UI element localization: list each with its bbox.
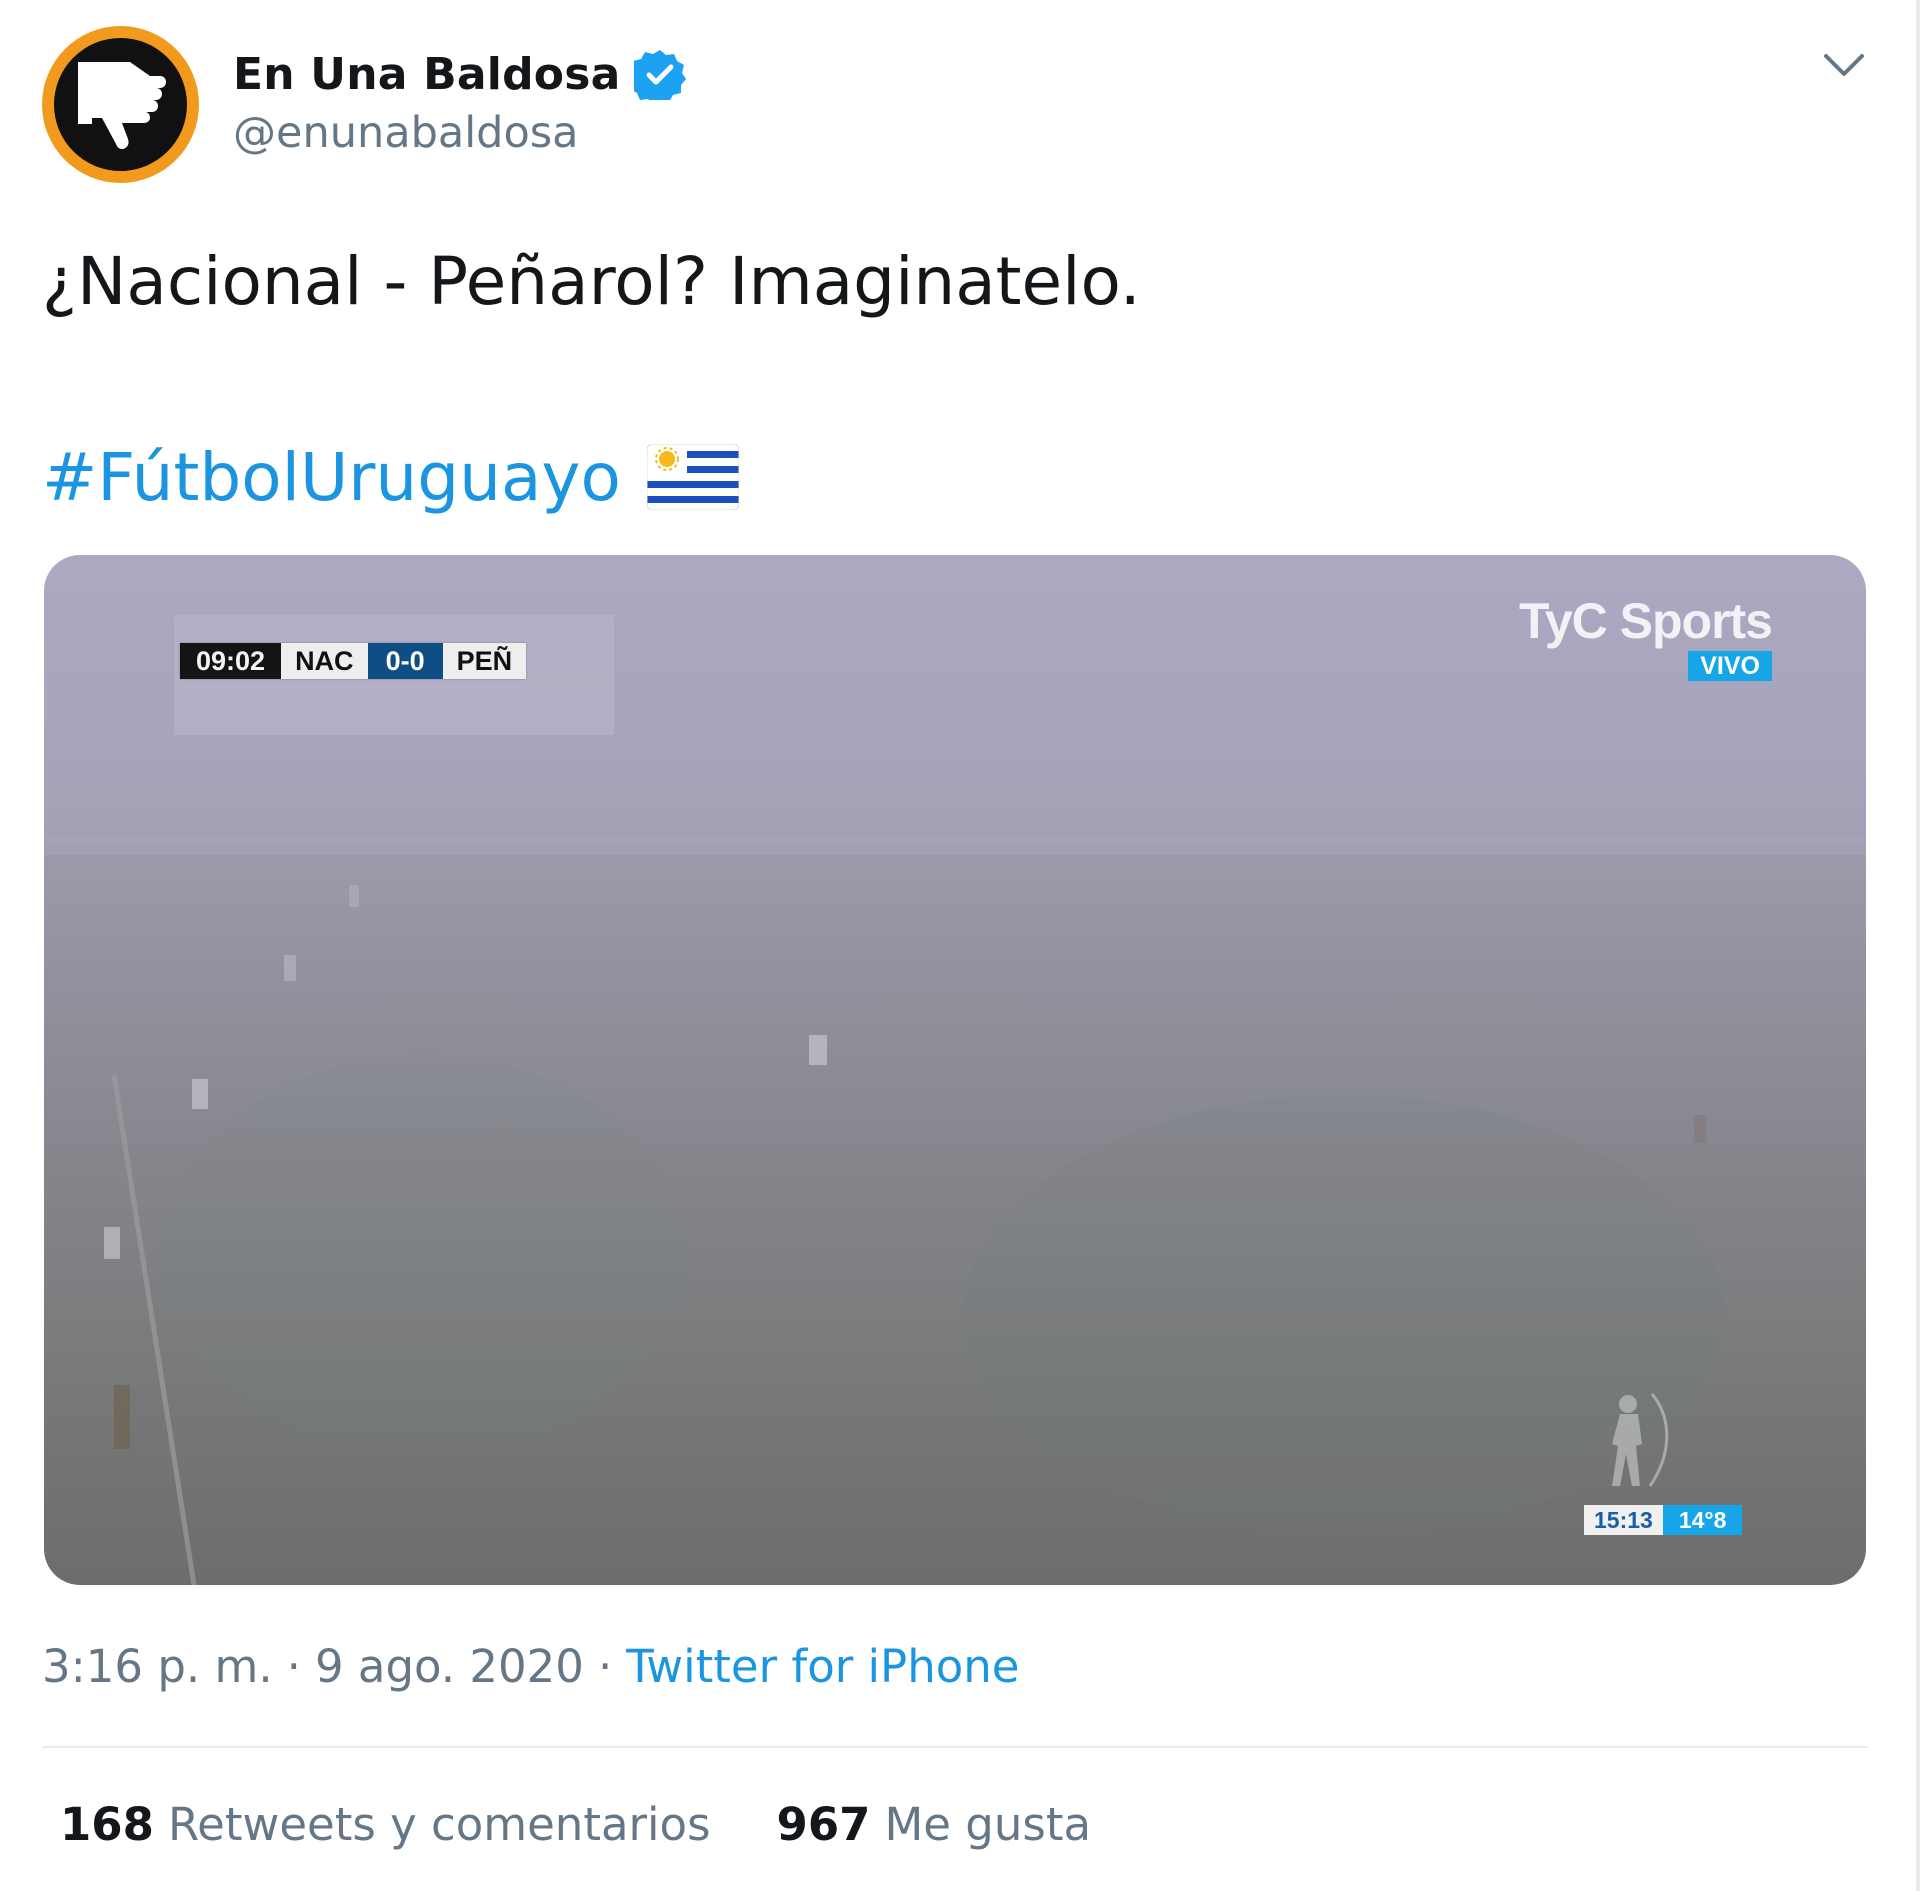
match-clock: 09:02: [180, 643, 282, 679]
live-badge: VIVO: [1688, 651, 1772, 681]
retweets-label: Retweets y comentarios: [167, 1798, 711, 1851]
tweet-stats: 168 Retweets y comentarios 967 Me gusta: [60, 1798, 1091, 1851]
broadcaster-logo: TyC Sports VIVO: [1519, 593, 1773, 681]
broadcaster-name: TyC Sports: [1519, 593, 1773, 649]
tweet-date[interactable]: 9 ago. 2020: [315, 1640, 584, 1693]
uruguay-flag-icon: [646, 444, 739, 510]
likes-count: 967: [776, 1798, 871, 1851]
retweets-count: 168: [60, 1798, 154, 1851]
tweet-meta: 3:16 p. m. · 9 ago. 2020 · Twitter for i…: [42, 1640, 1019, 1693]
page-edge-divider: [1916, 0, 1920, 1891]
tweet-text: ¿Nacional - Peñarol? Imaginatelo.: [42, 243, 1141, 320]
divider: [42, 1746, 1868, 1748]
display-name[interactable]: En Una Baldosa: [233, 49, 620, 100]
tweet-media-image[interactable]: 09:02 NAC 0-0 PEÑ TyC Sports VIVO 15:13 …: [44, 555, 1866, 1585]
avatar[interactable]: [42, 26, 199, 183]
hashtag-row: #FútbolUruguayo: [42, 432, 739, 522]
likes-stat[interactable]: 967 Me gusta: [777, 1798, 1092, 1851]
avatar-inner: [54, 38, 187, 171]
foggy-pitch-scene: [44, 555, 1866, 1585]
away-team: PEÑ: [442, 643, 527, 679]
player-silhouette-icon: [1612, 1393, 1669, 1487]
temperature: 14°8: [1662, 1505, 1743, 1535]
match-scorebug: 09:02 NAC 0-0 PEÑ: [180, 643, 527, 679]
time-temperature-bug: 15:13 14°8: [1584, 1505, 1743, 1535]
meta-separator: ·: [286, 1640, 301, 1693]
tweet-time[interactable]: 3:16 p. m.: [42, 1640, 273, 1693]
likes-label: Me gusta: [884, 1798, 1092, 1851]
match-score: 0-0: [367, 643, 443, 679]
chevron-down-icon[interactable]: [1822, 50, 1866, 82]
retweets-stat[interactable]: 168 Retweets y comentarios: [60, 1798, 711, 1851]
thumbs-down-icon: [78, 62, 166, 149]
name-row: En Una Baldosa: [233, 44, 687, 104]
local-time: 15:13: [1584, 1505, 1663, 1535]
home-team: NAC: [281, 643, 368, 679]
user-handle[interactable]: @enunabaldosa: [233, 108, 579, 158]
meta-separator: ·: [597, 1640, 613, 1693]
hashtag-link[interactable]: #FútbolUruguayo: [42, 439, 621, 516]
tweet-source-link[interactable]: Twitter for iPhone: [626, 1640, 1019, 1693]
verified-badge-icon: [634, 50, 687, 100]
